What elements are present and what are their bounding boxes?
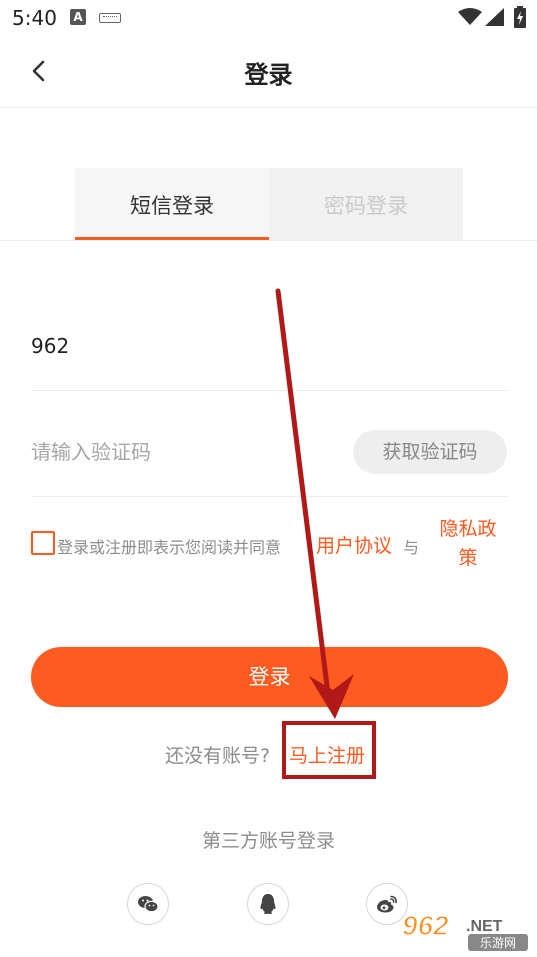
- agreement-checkbox[interactable]: [31, 531, 55, 555]
- phone-divider: [31, 390, 508, 391]
- agreement-and-text: 与: [403, 538, 420, 557]
- login-button[interactable]: 登录: [31, 647, 508, 707]
- qq-login-button[interactable]: [247, 883, 289, 925]
- wechat-icon: [138, 896, 159, 913]
- tab-sms-login[interactable]: 短信登录: [75, 168, 269, 240]
- svg-text:乐游网: 乐游网: [480, 936, 516, 950]
- weibo-icon: [377, 895, 397, 913]
- annotation-arrow: [275, 288, 354, 719]
- agreement-text: 登录或注册即表示您阅读并同意: [57, 538, 282, 557]
- get-code-button[interactable]: 获取验证码: [353, 430, 507, 474]
- privacy-policy-line2: 策: [458, 547, 478, 569]
- privacy-policy-line1: 隐私政: [439, 518, 497, 540]
- status-bar: 5:40 A: [0, 0, 537, 36]
- svg-text:.NET: .NET: [466, 918, 503, 935]
- watermark-logo: 962 .NET 乐游网: [398, 907, 532, 953]
- svg-text:962: 962: [402, 910, 449, 941]
- tab-password-login-label: 密码登录: [324, 194, 408, 218]
- page-title: 登录: [244, 61, 293, 89]
- third-party-title: 第三方账号登录: [201, 830, 335, 852]
- tab-password-login[interactable]: 密码登录: [269, 168, 463, 240]
- no-account-text: 还没有账号?: [165, 745, 271, 767]
- tabs-divider: [0, 240, 537, 241]
- keyboard-icon: [99, 13, 121, 23]
- signal-icon: [485, 8, 504, 26]
- qq-icon: [260, 894, 276, 915]
- status-time: 5:40: [12, 6, 57, 30]
- register-highlight-box: [282, 721, 376, 779]
- tab-sms-login-label: 短信登录: [130, 194, 214, 218]
- notification-a-icon: A: [70, 9, 86, 25]
- watermark-962-icon: 962 .NET 乐游网: [401, 909, 528, 951]
- privacy-policy-link[interactable]: 隐私政 策: [434, 515, 502, 573]
- header-divider: [0, 107, 537, 108]
- wechat-login-button[interactable]: [127, 883, 169, 925]
- battery-icon: [514, 6, 526, 28]
- wifi-icon: [458, 8, 482, 25]
- user-agreement-link[interactable]: 用户协议: [316, 531, 392, 558]
- phone-input[interactable]: 962: [31, 334, 69, 358]
- code-divider: [31, 496, 508, 497]
- verification-code-input[interactable]: [31, 435, 331, 469]
